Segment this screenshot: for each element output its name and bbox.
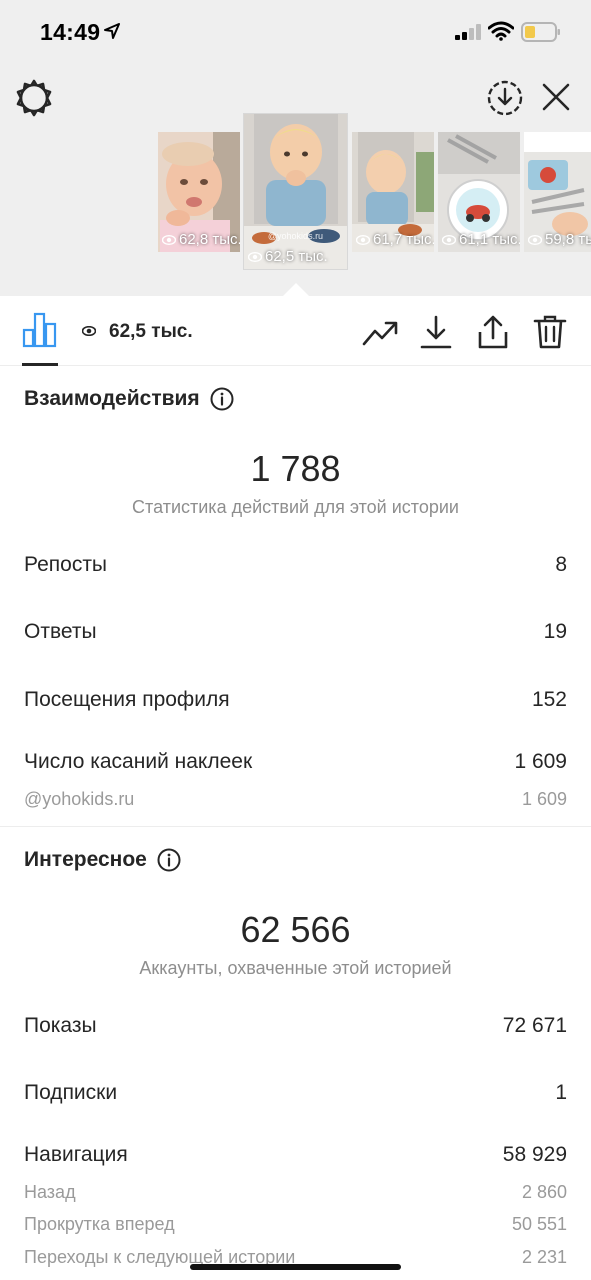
stat-subrow-sticker-handle: @yohokids.ru 1 609 [24, 789, 567, 810]
story-thumbnail[interactable]: 59,8 тыс. [524, 132, 591, 252]
stat-value: 19 [543, 620, 567, 643]
thumbnail-views-value: 62,8 тыс. [179, 231, 240, 248]
thumbnail-views-value: 59,8 тыс. [545, 231, 591, 248]
stat-value: 8 [555, 553, 567, 576]
stat-label: Число касаний наклеек [24, 750, 253, 773]
thumbnail-views-value: 62,5 тыс. [265, 248, 328, 265]
stat-row-profile-visits[interactable]: Посещения профиля 152 [24, 688, 567, 712]
selected-story-pointer [282, 283, 310, 297]
story-thumbnails: 62,8 тыс. @yohokids.ru 62,5 тыс. 61,7 ты… [0, 110, 591, 280]
story-thumbnail[interactable]: 61,1 тыс. [438, 132, 520, 252]
stat-value: 152 [531, 688, 567, 711]
stat-row-sticker-taps[interactable]: Число касаний наклеек 1 609 [24, 750, 567, 774]
thumbnail-views: 61,7 тыс. [356, 231, 434, 248]
insights-toolbar: 62,5 тыс. [0, 296, 591, 366]
cellular-signal-icon [455, 24, 481, 40]
eye-icon [248, 251, 262, 262]
story-thumbnail-selected[interactable]: @yohokids.ru 62,5 тыс. [244, 114, 347, 269]
stat-row-replies[interactable]: Ответы 19 [24, 620, 567, 644]
download-icon[interactable] [418, 314, 454, 350]
discovery-caption: Аккаунты, охваченные этой историей [139, 958, 452, 978]
stat-value: 58 929 [502, 1143, 567, 1166]
trending-icon[interactable] [362, 314, 398, 350]
thumbnail-views: 61,1 тыс. [442, 231, 520, 248]
home-indicator [190, 1264, 401, 1270]
stat-label: Посещения профиля [24, 688, 230, 711]
thumbnail-views-value: 61,1 тыс. [459, 231, 520, 248]
thumbnail-views: 62,5 тыс. [248, 248, 328, 265]
status-bar: 14:49 [0, 0, 591, 62]
stat-sublabel: Назад [24, 1182, 76, 1202]
section-divider [0, 826, 591, 827]
stat-value: 1 [555, 1081, 567, 1104]
stat-row-follows[interactable]: Подписки 1 [24, 1081, 567, 1105]
info-icon[interactable] [210, 387, 234, 411]
wifi-icon [488, 21, 514, 41]
eye-icon [162, 234, 176, 245]
stat-value: 1 609 [514, 750, 567, 773]
stat-row-reposts[interactable]: Репосты 8 [24, 553, 567, 577]
stat-value: 72 671 [502, 1014, 567, 1037]
discovery-header: Интересное [24, 848, 181, 872]
eye-icon [82, 326, 96, 336]
stat-label: Репосты [24, 553, 108, 576]
thumbnail-views: 62,8 тыс. [162, 231, 240, 248]
stat-subrow-back: Назад 2 860 [24, 1182, 567, 1203]
bar-chart-icon[interactable] [22, 312, 58, 348]
close-icon[interactable] [540, 81, 572, 113]
story-preview-area: 14:49 62,8 тыс. @yohokids.ru 62,5 тыс. 6… [0, 0, 591, 296]
stat-subvalue: 50 551 [511, 1214, 567, 1234]
eye-icon [528, 234, 542, 245]
location-arrow-icon [104, 23, 120, 39]
stat-label: Показы [24, 1014, 97, 1037]
stat-subvalue: 1 609 [521, 789, 567, 809]
stat-subvalue: 2 231 [521, 1247, 567, 1267]
discovery-total: 62 566 [240, 909, 351, 950]
stat-label: Ответы [24, 620, 97, 643]
thumbnail-views: 59,8 тыс. [528, 231, 591, 248]
stat-subrow-forward: Прокрутка вперед 50 551 [24, 1214, 567, 1235]
interactions-header: Взаимодействия [24, 387, 234, 411]
stat-sublabel: Прокрутка вперед [24, 1214, 175, 1234]
stat-row-navigation[interactable]: Навигация 58 929 [24, 1143, 567, 1167]
trash-icon[interactable] [532, 314, 568, 350]
stat-sublabel: @yohokids.ru [24, 789, 135, 809]
eye-icon [356, 234, 370, 245]
stat-label: Подписки [24, 1081, 118, 1104]
stat-subvalue: 2 860 [521, 1182, 567, 1202]
share-icon[interactable] [475, 314, 511, 350]
stat-row-impressions[interactable]: Показы 72 671 [24, 1014, 567, 1038]
story-views-count: 62,5 тыс. [109, 321, 193, 342]
eye-icon [442, 234, 456, 245]
interactions-title: Взаимодействия [24, 387, 200, 410]
info-icon[interactable] [157, 848, 181, 872]
story-thumbnail-image [244, 114, 347, 269]
story-thumbnail[interactable]: 62,8 тыс. [158, 132, 240, 252]
battery-icon [521, 22, 560, 42]
status-time: 14:49 [40, 19, 101, 45]
active-tab-indicator [22, 363, 58, 366]
thumbnail-handle: @yohokids.ru [267, 231, 324, 241]
thumbnail-views-value: 61,7 тыс. [373, 231, 434, 248]
interactions-total: 1 788 [250, 448, 341, 489]
stat-label: Навигация [24, 1143, 128, 1166]
interactions-caption: Статистика действий для этой истории [132, 497, 459, 517]
story-thumbnail[interactable]: 61,7 тыс. [352, 132, 434, 252]
discovery-title: Интересное [24, 848, 147, 871]
